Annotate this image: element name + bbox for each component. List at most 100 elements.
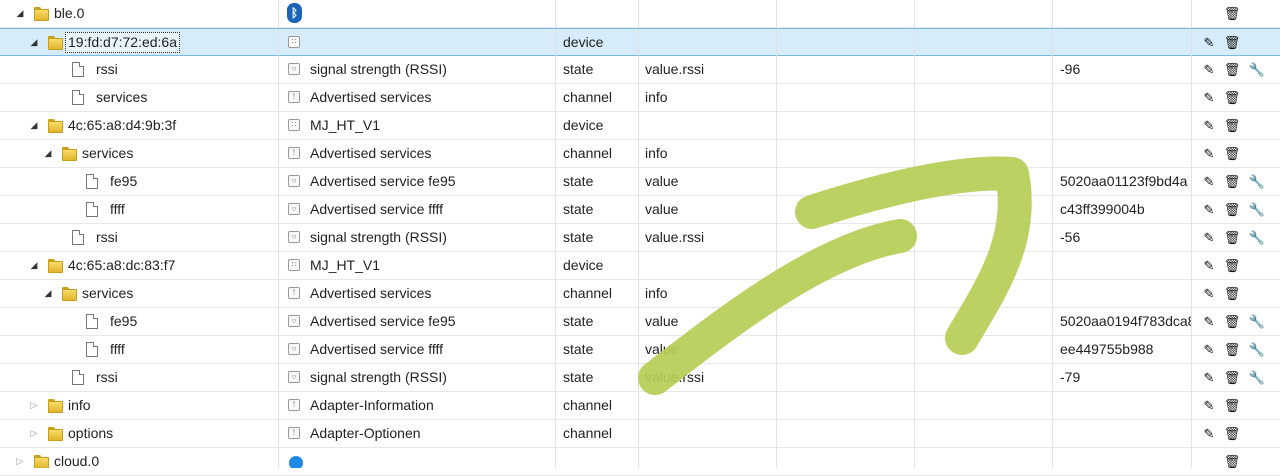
tree-row[interactable]: ◢ services! Advertised services channel info…: [0, 140, 1280, 168]
trash-icon[interactable]: 🗑: [1221, 224, 1243, 251]
wrench-icon[interactable]: 🔧: [1246, 196, 1268, 223]
trash-icon[interactable]: 🗑: [1221, 252, 1243, 279]
object-name: Advertised service fe95: [310, 313, 456, 329]
function-cell: [915, 29, 1053, 56]
tree-row[interactable]: ffff ○ Advertised service ffff state value c4…: [0, 196, 1280, 224]
tree-row[interactable]: ▷ info! Adapter-Information channel ✎ 🗑: [0, 392, 1280, 420]
tree-row[interactable]: ◢ services! Advertised services channel info…: [0, 280, 1280, 308]
trash-icon[interactable]: 🗑: [1221, 448, 1243, 468]
object-name: Advertised service fe95: [310, 173, 456, 189]
tree-row[interactable]: services! Advertised services channel info ✎…: [0, 84, 1280, 112]
tree-row[interactable]: ◢ 4c:65:a8:d4:9b:3f ∷ MJ_HT_V1 device ✎ 🗑: [0, 112, 1280, 140]
object-id: rssi: [96, 61, 118, 77]
object-id: 19:fd:d7:72:ed:6a: [65, 32, 180, 53]
actions-cell: 🗑: [1192, 0, 1280, 27]
pencil-icon[interactable]: ✎: [1198, 29, 1220, 56]
room-cell: [777, 84, 915, 111]
wrench-icon[interactable]: 🔧: [1246, 224, 1268, 251]
wrench-icon[interactable]: 🔧: [1246, 308, 1268, 335]
trash-icon[interactable]: 🗑: [1221, 280, 1243, 307]
tree-row[interactable]: rssi ○ signal strength (RSSI) state value.rs…: [0, 364, 1280, 392]
collapse-triangle-icon[interactable]: ◢: [14, 0, 26, 27]
type-cell: device: [556, 252, 639, 279]
tree-row[interactable]: rssi ○ signal strength (RSSI) state value.rs…: [0, 224, 1280, 252]
tree-row[interactable]: ◢ 4c:65:a8:dc:83:f7 ∷ MJ_HT_V1 device ✎ 🗑: [0, 252, 1280, 280]
type-cell: state: [556, 56, 639, 83]
trash-icon[interactable]: 🗑: [1221, 0, 1243, 27]
tree-row[interactable]: rssi ○ signal strength (RSSI) state value.rs…: [0, 56, 1280, 84]
trash-icon[interactable]: 🗑: [1221, 392, 1243, 419]
wrench-icon[interactable]: 🔧: [1246, 56, 1268, 83]
function-cell: [915, 448, 1053, 468]
pencil-icon[interactable]: ✎: [1198, 84, 1220, 111]
trash-icon[interactable]: 🗑: [1221, 168, 1243, 195]
id-cell: ▷ cloud.0: [0, 448, 279, 468]
trash-icon[interactable]: 🗑: [1221, 420, 1243, 447]
trash-icon[interactable]: 🗑: [1221, 112, 1243, 139]
tree-row[interactable]: fe95 ○ Advertised service fe95 state value 50…: [0, 168, 1280, 196]
collapse-triangle-icon[interactable]: ◢: [28, 29, 40, 56]
pencil-icon[interactable]: ✎: [1198, 420, 1220, 447]
folder-icon: [48, 427, 63, 441]
pencil-icon[interactable]: ✎: [1198, 112, 1220, 139]
wrench-icon[interactable]: 🔧: [1246, 168, 1268, 195]
room-cell: [777, 140, 915, 167]
expand-triangle-icon[interactable]: ▷: [14, 448, 26, 468]
function-cell: [915, 252, 1053, 279]
name-cell: ○ Advertised service fe95: [279, 168, 556, 195]
wrench-icon[interactable]: 🔧: [1246, 364, 1268, 391]
expand-triangle-icon[interactable]: ▷: [28, 420, 40, 447]
file-icon: [86, 314, 98, 329]
trash-icon[interactable]: 🗑: [1221, 29, 1243, 56]
tree-row[interactable]: ▷ cloud.0 🗑: [0, 448, 1280, 476]
type-cell: state: [556, 336, 639, 363]
actions-cell: ✎ 🗑: [1192, 29, 1280, 56]
collapse-triangle-icon[interactable]: ◢: [28, 112, 40, 139]
collapse-triangle-icon[interactable]: ◢: [42, 280, 54, 307]
id-cell: ◢ 4c:65:a8:d4:9b:3f: [0, 112, 279, 139]
file-icon: [86, 202, 98, 217]
actions-cell: ✎ 🗑: [1192, 392, 1280, 419]
room-cell: [777, 280, 915, 307]
pencil-icon[interactable]: ✎: [1198, 252, 1220, 279]
expand-triangle-icon[interactable]: ▷: [28, 392, 40, 419]
pencil-icon[interactable]: ✎: [1198, 308, 1220, 335]
trash-icon[interactable]: 🗑: [1221, 56, 1243, 83]
pencil-icon[interactable]: ✎: [1198, 168, 1220, 195]
tree-row[interactable]: ▷ options! Adapter-Optionen channel ✎ 🗑: [0, 420, 1280, 448]
role-cell: info: [639, 140, 777, 167]
trash-icon[interactable]: 🗑: [1221, 364, 1243, 391]
pencil-icon[interactable]: ✎: [1198, 224, 1220, 251]
tree-row[interactable]: ◢ ble.0 ᛒ 🗑: [0, 0, 1280, 28]
collapse-triangle-icon[interactable]: ◢: [42, 140, 54, 167]
actions-cell: ✎ 🗑: [1192, 252, 1280, 279]
object-id: services: [82, 285, 134, 301]
wrench-icon[interactable]: 🔧: [1246, 336, 1268, 363]
tree-row[interactable]: fe95 ○ Advertised service fe95 state value 50…: [0, 308, 1280, 336]
type-cell: state: [556, 308, 639, 335]
pencil-icon[interactable]: ✎: [1198, 56, 1220, 83]
trash-icon[interactable]: 🗑: [1221, 196, 1243, 223]
role-cell: [639, 29, 777, 56]
type-cell: [556, 0, 639, 27]
trash-icon[interactable]: 🗑: [1221, 336, 1243, 363]
object-id: cloud.0: [54, 453, 100, 468]
tree-row[interactable]: ffff ○ Advertised service ffff state value ee…: [0, 336, 1280, 364]
name-cell: ∷ MJ_HT_V1: [279, 252, 556, 279]
tree-row[interactable]: ◢ 19:fd:d7:72:ed:6a ∷ device ✎ 🗑: [0, 28, 1280, 56]
id-cell: rssi: [0, 364, 279, 391]
pencil-icon[interactable]: ✎: [1198, 336, 1220, 363]
folder-icon: [62, 287, 77, 301]
trash-icon[interactable]: 🗑: [1221, 84, 1243, 111]
trash-icon[interactable]: 🗑: [1221, 140, 1243, 167]
pencil-icon[interactable]: ✎: [1198, 364, 1220, 391]
collapse-triangle-icon[interactable]: ◢: [28, 252, 40, 279]
pencil-icon[interactable]: ✎: [1198, 392, 1220, 419]
pencil-icon[interactable]: ✎: [1198, 140, 1220, 167]
pencil-icon[interactable]: ✎: [1198, 280, 1220, 307]
function-cell: [915, 112, 1053, 139]
trash-icon[interactable]: 🗑: [1221, 308, 1243, 335]
pencil-icon[interactable]: ✎: [1198, 196, 1220, 223]
object-name: Advertised service ffff: [310, 341, 444, 357]
role-cell: [639, 252, 777, 279]
